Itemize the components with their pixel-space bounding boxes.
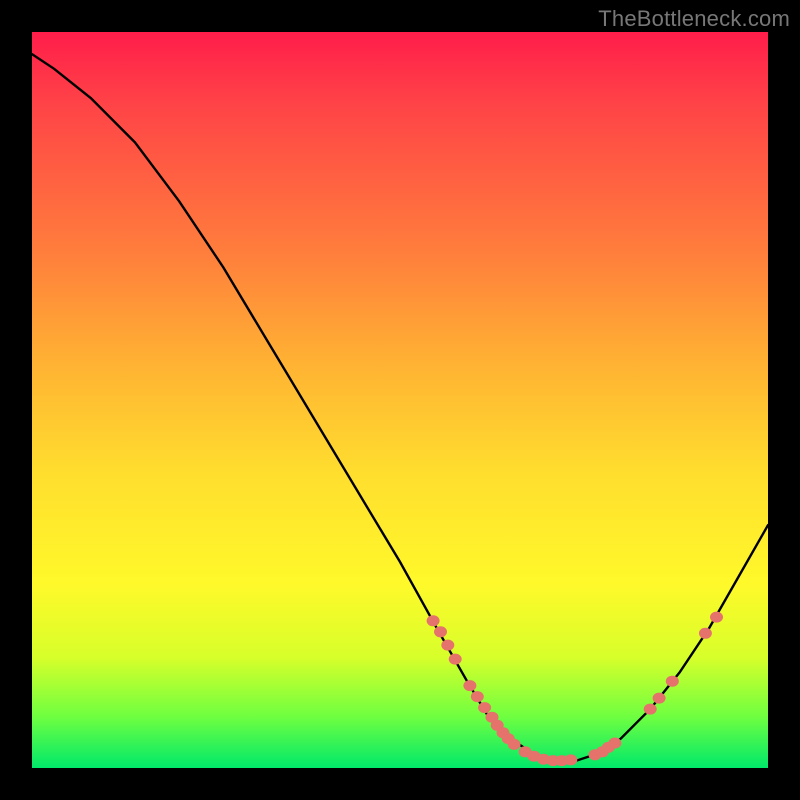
curve-marker	[471, 691, 484, 702]
curve-marker	[699, 628, 712, 639]
curve-marker	[441, 640, 454, 651]
curve-marker	[644, 704, 657, 715]
plot-area	[32, 32, 768, 768]
curve-marker	[564, 754, 577, 765]
chart-frame: TheBottleneck.com	[0, 0, 800, 800]
curve-marker	[508, 739, 521, 750]
curve-marker	[463, 680, 476, 691]
curve-marker	[608, 738, 621, 749]
curve-marker	[449, 654, 462, 665]
curve-marker	[427, 615, 440, 626]
curve-marker	[666, 676, 679, 687]
curve-marker	[478, 702, 491, 713]
curve-svg	[32, 32, 768, 768]
curve-markers	[427, 612, 723, 767]
curve-marker	[710, 612, 723, 623]
curve-marker	[434, 626, 447, 637]
curve-marker	[653, 693, 666, 704]
watermark-text: TheBottleneck.com	[598, 6, 790, 32]
bottleneck-curve	[32, 54, 768, 761]
